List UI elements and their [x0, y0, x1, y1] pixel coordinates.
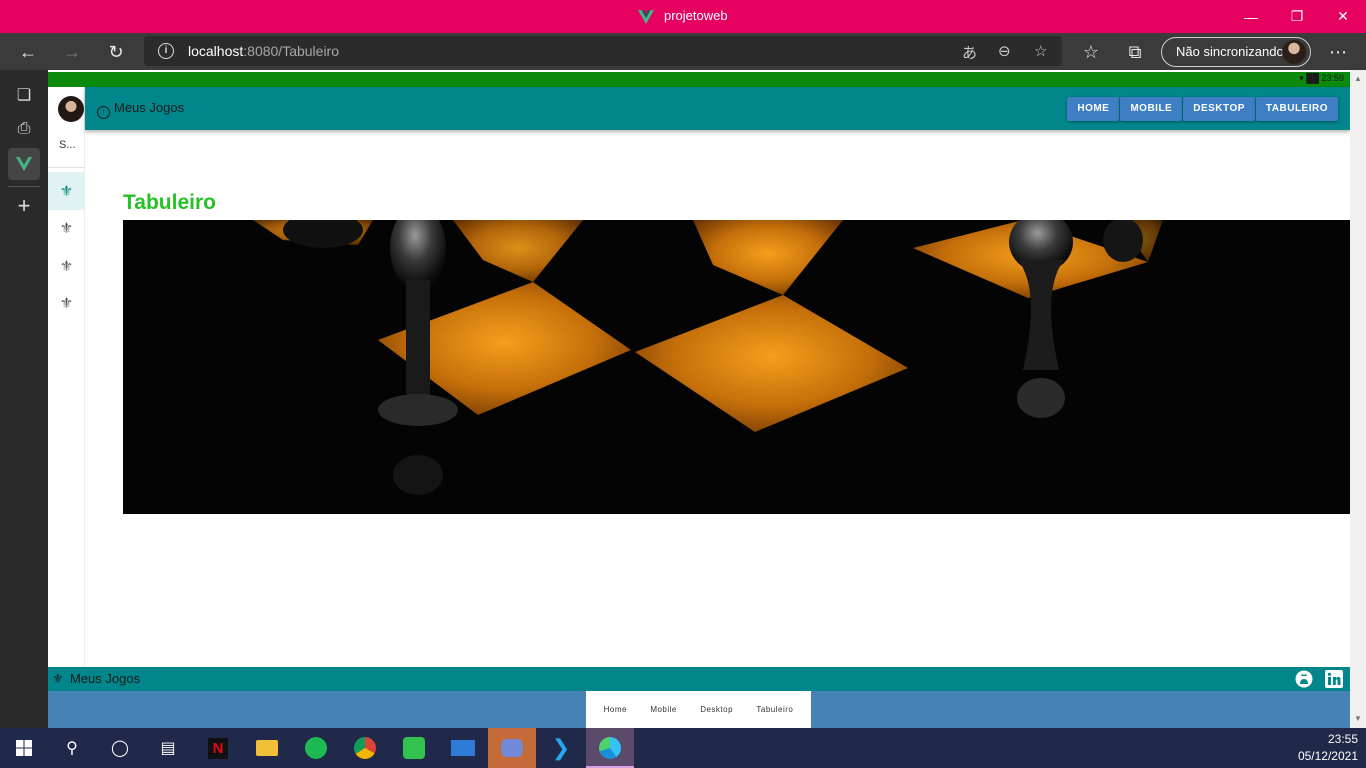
url-text[interactable]: localhost:8080/Tabuleiro [188, 43, 339, 59]
page-scrollbar[interactable]: ▲ ▼ [1350, 70, 1366, 728]
footer-link-tabuleiro[interactable]: Tabuleiro [756, 705, 793, 714]
chessboard-illustration [123, 220, 1350, 514]
user-name: S... [59, 139, 76, 151]
vertical-tab-strip: ❏ ⎙ + [0, 70, 48, 728]
nav-home-button[interactable]: HOME [1067, 97, 1120, 121]
discord-icon[interactable] [488, 728, 536, 768]
chessboard-image [123, 220, 1350, 514]
app-brand[interactable]: ↑ Meus Jogos [97, 100, 184, 119]
new-tab-icon[interactable]: + [8, 190, 40, 222]
drawer-divider [48, 167, 85, 168]
profile-avatar [1282, 40, 1306, 64]
clock-time: 23:55 [1327, 732, 1358, 746]
nav-tabuleiro-button[interactable]: TABULEIRO [1255, 97, 1338, 121]
mail-icon[interactable] [439, 728, 487, 768]
url-path: :8080/Tabuleiro [243, 43, 340, 59]
window-title-area: projetoweb [0, 8, 1366, 24]
clock-date: 05/12/2021 [1297, 749, 1358, 763]
site-info-icon[interactable]: i [158, 43, 174, 59]
close-button[interactable]: ✕ [1320, 0, 1366, 33]
footer-links: Home Mobile Desktop Tabuleiro [586, 691, 811, 728]
chrome-icon[interactable] [341, 728, 389, 768]
window-titlebar: projetoweb — ❐ ✕ [0, 0, 1366, 33]
sync-label: Não sincronizando [1176, 44, 1284, 59]
vscode-icon[interactable]: ❯ [537, 728, 585, 768]
fleur-de-lis-icon: ⚜ [59, 183, 74, 200]
linkedin-icon[interactable] [1324, 669, 1344, 689]
footer-link-desktop[interactable]: Desktop [700, 705, 733, 714]
page-title: Tabuleiro [123, 191, 216, 214]
zoom-icon[interactable]: ⊖ [998, 42, 1011, 60]
page-viewport: ▾ ██ 23:59 S... ⚜ ⚜ ⚜ ⚜ ↑ Meus Jogos HOME… [48, 70, 1350, 728]
fleur-de-lis-icon: ⚜ [52, 671, 64, 686]
favorite-add-icon[interactable]: ☆ [1034, 42, 1047, 60]
address-bar[interactable]: i localhost:8080/Tabuleiro あ ⊖ ☆ [144, 36, 1062, 66]
favorites-icon[interactable]: ☆ [1075, 36, 1107, 68]
fleur-de-lis-icon: ⚜ [59, 258, 74, 275]
tab-vue-app[interactable] [8, 148, 40, 180]
task-view-icon[interactable]: ▤ [144, 728, 192, 768]
windows-taskbar: ⚲ ◯ ▤ N ❯ 23:55 05/12/2021 [0, 728, 1366, 768]
fleur-de-lis-icon: ⚜ [59, 220, 74, 237]
window-title: projetoweb [664, 8, 728, 23]
footer-bar: ⚜ Meus Jogos [48, 667, 1350, 691]
drawer-item-3[interactable]: ⚜ [48, 247, 85, 285]
file-explorer-icon[interactable] [243, 728, 291, 768]
fleur-de-lis-icon: ⚜ [59, 295, 74, 312]
tab-divider [8, 186, 40, 187]
status-time: ▾ ██ 23:59 [1299, 73, 1344, 83]
cortana-icon[interactable]: ◯ [96, 728, 144, 768]
windows-logo-icon [16, 740, 32, 756]
navigation-drawer: S... ⚜ ⚜ ⚜ ⚜ [48, 87, 85, 667]
drawer-item-1[interactable]: ⚜ [48, 172, 85, 210]
app-nav: HOME MOBILE DESKTOP TABULEIRO [1066, 97, 1338, 121]
tab-page-icon[interactable]: ⎙ [8, 113, 40, 145]
forward-button[interactable]: → [56, 36, 88, 68]
github-icon[interactable] [1294, 669, 1314, 689]
collections-icon[interactable]: ⧉ [1119, 36, 1151, 68]
arrow-up-circle-icon: ↑ [97, 106, 110, 119]
spotify-icon[interactable] [292, 728, 340, 768]
back-button[interactable]: ← [12, 36, 44, 68]
system-status-bar: ▾ ██ 23:59 [48, 72, 1350, 87]
app-brand-label: Meus Jogos [114, 100, 185, 115]
system-clock[interactable]: 23:55 05/12/2021 [1298, 731, 1358, 765]
footer-link-home[interactable]: Home [604, 705, 627, 714]
restore-button[interactable]: ❐ [1274, 0, 1320, 33]
scroll-down-icon[interactable]: ▼ [1354, 714, 1362, 723]
minimize-button[interactable]: — [1228, 0, 1274, 33]
drawer-item-4[interactable]: ⚜ [48, 284, 85, 322]
start-button[interactable] [0, 728, 48, 768]
nav-desktop-button[interactable]: DESKTOP [1183, 97, 1255, 121]
netflix-icon[interactable]: N [194, 728, 242, 768]
footer-brand: Meus Jogos [70, 671, 141, 686]
status-clock: 23:59 [1321, 73, 1344, 83]
refresh-button[interactable]: ↻ [100, 36, 132, 68]
drawer-item-2[interactable]: ⚜ [48, 209, 85, 247]
footer-nav: Home Mobile Desktop Tabuleiro [48, 691, 1350, 728]
url-host: localhost [188, 43, 244, 59]
profile-sync-button[interactable]: Não sincronizando [1161, 37, 1311, 67]
read-aloud-icon[interactable]: あ [962, 42, 977, 63]
tab-actions-icon[interactable]: ❏ [8, 79, 40, 111]
vue-logo-icon [16, 157, 32, 171]
app-bar: ↑ Meus Jogos HOME MOBILE DESKTOP TABULEIR… [85, 87, 1350, 130]
nav-mobile-button[interactable]: MOBILE [1120, 97, 1183, 121]
footer-link-mobile[interactable]: Mobile [650, 705, 677, 714]
edge-icon[interactable] [586, 728, 634, 768]
scroll-up-icon[interactable]: ▲ [1354, 74, 1362, 83]
search-icon[interactable]: ⚲ [48, 728, 96, 768]
vue-logo-icon [638, 9, 655, 24]
user-avatar [58, 96, 84, 122]
notes-app-icon[interactable] [390, 728, 438, 768]
more-menu-icon[interactable]: ⋯ [1322, 36, 1354, 68]
